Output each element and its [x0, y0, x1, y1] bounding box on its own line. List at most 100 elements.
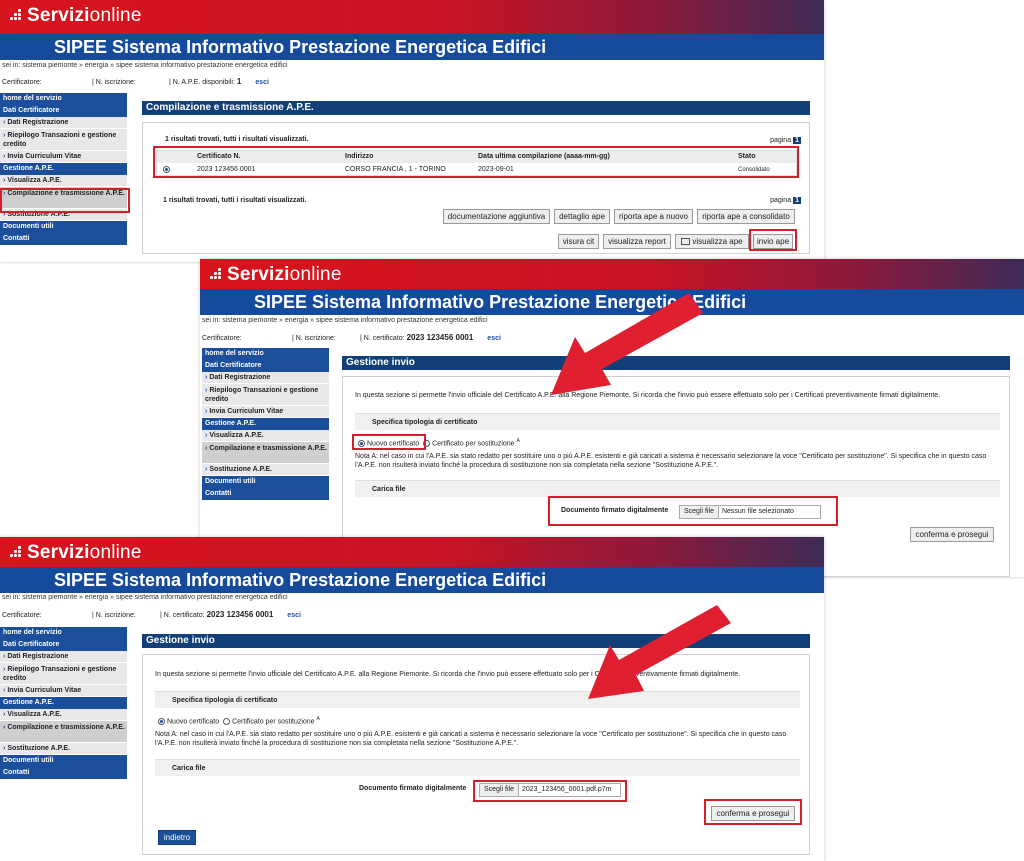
tipologia-radios: Nuovo certificato Certificato per sostit…	[158, 716, 320, 725]
sidebar-item-home[interactable]: home del servizio	[0, 627, 127, 639]
esci-link[interactable]: esci	[487, 335, 501, 342]
breadcrumb[interactable]: sei in: sistema piemonte » energia » sip…	[2, 594, 288, 601]
visualizza-report-button[interactable]: visualizza report	[603, 234, 671, 249]
sidebar-item-contatti[interactable]: Contatti	[0, 233, 127, 245]
red-arrow-icon	[588, 605, 731, 699]
sidebar-item-dati-certificatore[interactable]: Dati Certificatore	[0, 105, 127, 117]
esci-link[interactable]: esci	[287, 612, 301, 619]
dettaglio-ape-button[interactable]: dettaglio ape	[554, 209, 610, 224]
invio-ape-button[interactable]: invio ape	[753, 234, 793, 249]
sidebar-item-curriculum[interactable]: › Invia Curriculum Vitae	[0, 685, 127, 697]
sidebar-item-visualizza-ape[interactable]: › Visualizza A.P.E.	[0, 175, 127, 187]
sidebar-item-documenti[interactable]: Documenti utili	[0, 755, 127, 767]
sidebar-item-contatti[interactable]: Contatti	[202, 488, 329, 500]
sidebar-item-visualizza-ape[interactable]: › Visualizza A.P.E.	[202, 430, 329, 442]
sidebar-item-riepilogo[interactable]: › Riepilogo Transazioni e gestione credit…	[202, 384, 329, 406]
monitor-icon	[681, 238, 691, 246]
scegli-file-button[interactable]: Scegli file	[680, 506, 719, 518]
page-1-link[interactable]: 1	[793, 137, 801, 144]
app-title: SIPEE Sistema Informativo Prestazione En…	[0, 567, 824, 593]
sidebar-item-riepilogo[interactable]: › Riepilogo Transazioni e gestione credit…	[0, 663, 127, 685]
row-radio[interactable]	[163, 166, 170, 173]
screenshot-gestione-invio-vuoto: Servizionline SIPEE Sistema Informativo …	[200, 259, 1024, 577]
tipologia-radios: Nuovo certificato Certificato per sostit…	[358, 438, 520, 447]
documentazione-aggiuntiva-button[interactable]: documentazione aggiuntiva	[443, 209, 550, 224]
breadcrumb[interactable]: sei in: sistema piemonte » energia » sip…	[202, 317, 488, 324]
logo-dots-icon	[210, 268, 224, 280]
sidebar-item-dati-certificatore[interactable]: Dati Certificatore	[0, 639, 127, 651]
file-input[interactable]: Scegli file Nessun file selezionato	[679, 505, 821, 519]
esci-link[interactable]: esci	[255, 79, 269, 86]
sidebar-item-gestione-ape[interactable]: Gestione A.P.E.	[0, 163, 127, 175]
app-title: SIPEE Sistema Informativo Prestazione En…	[0, 34, 824, 60]
page-1-link-bottom[interactable]: 1	[793, 197, 801, 204]
brand-thin: online	[89, 5, 142, 26]
sidebar-item-documenti[interactable]: Documenti utili	[202, 476, 329, 488]
sidebar-item-documenti[interactable]: Documenti utili	[0, 221, 127, 233]
scegli-file-button[interactable]: Scegli file	[480, 784, 519, 796]
sidebar-item-visualizza-ape[interactable]: › Visualizza A.P.E.	[0, 709, 127, 721]
red-arrow-icon	[551, 293, 703, 395]
sidebar-item-curriculum[interactable]: › Invia Curriculum Vitae	[202, 406, 329, 418]
results-count-top: 1 risultati trovati, tutti i risultati v…	[165, 136, 309, 143]
riporta-consolidato-button[interactable]: riporta ape a consolidato	[697, 209, 795, 224]
sidebar-item-home[interactable]: home del servizio	[202, 348, 329, 360]
user-info: Certificatore: | N. iscrizione: | N. certi…	[202, 333, 501, 342]
sidebar: home del servizio Dati Certificatore › Da…	[0, 627, 127, 779]
col-stato: Stato	[738, 153, 756, 160]
sidebar-item-sostituzione[interactable]: › Sostituzione A.P.E.	[202, 464, 329, 476]
results-panel: 1 risultati trovati, tutti i risultati v…	[142, 122, 810, 254]
conferma-button[interactable]: conferma e prosegui	[910, 527, 994, 542]
header-bar: Servizionline	[0, 0, 824, 34]
indietro-button[interactable]: indietro	[158, 830, 196, 845]
logo-dots-icon	[10, 9, 24, 21]
sidebar-item-curriculum[interactable]: › Invia Curriculum Vitae	[0, 151, 127, 163]
sidebar: home del servizio Dati Certificatore › Da…	[0, 93, 127, 245]
tipologia-band: Specifica tipologia di certificato	[355, 413, 1000, 430]
conferma-button[interactable]: conferma e prosegui	[711, 806, 795, 821]
radio-nuovo[interactable]	[158, 717, 165, 725]
sidebar-item-contatti[interactable]: Contatti	[0, 767, 127, 779]
sidebar-item-dati-registrazione[interactable]: › Dati Registrazione	[202, 372, 329, 384]
breadcrumb[interactable]: sei in: sistema piemonte » energia » sip…	[2, 62, 288, 69]
pagination-bottom: pagina 1	[770, 197, 801, 204]
sidebar-item-compilazione[interactable]: › Compilazione e trasmissione A.P.E.	[0, 721, 127, 743]
header-bar: Servizionline	[200, 259, 1024, 293]
visura-cit-button[interactable]: visura cit	[558, 234, 599, 249]
sidebar-item-dati-registrazione[interactable]: › Dati Registrazione	[0, 651, 127, 663]
user-info: Certificatore: | N. iscrizione: | N. A.P.E…	[2, 77, 269, 86]
col-data: Data ultima compilazione (aaaa-mm-gg)	[478, 153, 610, 160]
table-row[interactable]: 2023 123456 0001 CORSO FRANCIA , 1 - TOR…	[157, 164, 796, 176]
sidebar-item-dati-registrazione[interactable]: › Dati Registrazione	[0, 117, 127, 129]
user-info: Certificatore: | N. iscrizione: | N. certi…	[2, 610, 301, 619]
table-header: Certificato N. Indirizzo Data ultima com…	[157, 151, 796, 163]
sidebar-item-sostituzione[interactable]: › Sostituzione A.P.E.	[0, 743, 127, 755]
servizionline-logo: Servizionline	[210, 264, 342, 286]
screenshot-gestione-invio-file: Servizionline SIPEE Sistema Informativo …	[0, 537, 824, 861]
radio-sostituzione[interactable]	[223, 717, 231, 725]
nota-text: Nota A: nel caso in cui l'A.P.E. sia sta…	[355, 453, 987, 469]
sidebar: home del servizio Dati Certificatore › Da…	[202, 348, 329, 500]
radio-nuovo[interactable]	[358, 439, 365, 447]
section-title: Compilazione e trasmissione A.P.E.	[142, 101, 810, 115]
visualizza-ape-button[interactable]: visualizza ape	[675, 234, 749, 249]
sidebar-item-compilazione[interactable]: › Compilazione e trasmissione A.P.E.	[202, 442, 329, 464]
servizionline-logo: Servizionline	[10, 5, 142, 27]
col-certificato: Certificato N.	[197, 153, 241, 160]
results-table: Certificato N. Indirizzo Data ultima com…	[156, 150, 797, 176]
carica-file-band: Carica file	[355, 480, 1000, 497]
doc-label: Documento firmato digitalmente	[561, 507, 669, 514]
sidebar-item-riepilogo[interactable]: › Riepilogo Transazioni e gestione credit…	[0, 129, 127, 151]
radio-sostituzione[interactable]	[423, 439, 431, 447]
sidebar-item-gestione-ape[interactable]: Gestione A.P.E.	[0, 697, 127, 709]
servizionline-logo: Servizionline	[10, 542, 142, 564]
logo-dots-icon	[10, 546, 24, 558]
sidebar-item-sostituzione[interactable]: › Sostituzione A.P.E.	[0, 209, 127, 221]
riporta-nuovo-button[interactable]: riporta ape a nuovo	[614, 209, 693, 224]
file-input[interactable]: Scegli file 2023_123456_0001.pdf.p7m	[479, 783, 621, 797]
sidebar-item-compilazione[interactable]: › Compilazione e trasmissione A.P.E.	[0, 187, 127, 209]
carica-file-band: Carica file	[155, 759, 800, 776]
sidebar-item-home[interactable]: home del servizio	[0, 93, 127, 105]
sidebar-item-gestione-ape[interactable]: Gestione A.P.E.	[202, 418, 329, 430]
sidebar-item-dati-certificatore[interactable]: Dati Certificatore	[202, 360, 329, 372]
